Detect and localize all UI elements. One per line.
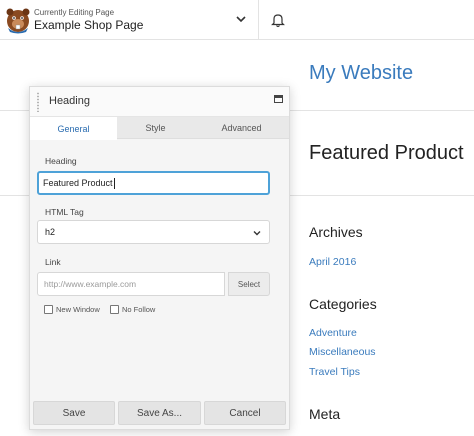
category-link[interactable]: Travel Tips [309,366,360,378]
meta-heading: Meta [309,406,341,422]
text-caret [113,178,115,190]
no-follow-option[interactable]: No Follow [110,305,155,314]
link-input[interactable]: http://www.example.com [37,272,225,296]
panel-title: Heading [49,95,90,107]
heading-settings-panel: Heading General Style Advanced Heading F… [29,86,290,430]
heading-input[interactable]: Featured Product [37,171,270,195]
beaver-logo-icon[interactable] [4,6,32,34]
html-tag-label: HTML Tag [45,207,84,217]
new-window-option[interactable]: New Window [44,305,100,314]
editing-label: Currently Editing Page [34,8,115,17]
topbar-divider [258,0,259,40]
site-title[interactable]: My Website [309,62,413,85]
tab-style[interactable]: Style [117,117,194,139]
categories-heading: Categories [309,296,377,312]
top-bar: Currently Editing Page Example Shop Page [0,0,474,40]
tab-general[interactable]: General [30,117,117,140]
archive-link[interactable]: April 2016 [309,256,356,268]
category-link[interactable]: Miscellaneous [309,346,376,358]
panel-header[interactable]: Heading [30,87,289,117]
drag-handle-icon[interactable] [36,92,40,112]
panel-footer: Save Save As... Cancel [30,397,289,429]
link-field-label: Link [45,257,61,267]
heading-input-value: Featured Product [43,178,113,188]
chevron-down-icon [253,231,261,236]
bell-icon[interactable] [271,12,285,28]
save-button[interactable]: Save [33,401,115,425]
archives-heading: Archives [309,224,363,240]
link-select-button[interactable]: Select [228,272,270,296]
heading-field-label: Heading [45,156,77,166]
no-follow-checkbox[interactable] [110,305,119,314]
html-tag-value: h2 [45,227,56,237]
new-window-checkbox[interactable] [44,305,53,314]
chevron-down-icon[interactable] [234,12,248,26]
tab-bar: General Style Advanced [30,117,289,140]
category-link[interactable]: Adventure [309,327,357,339]
save-as-button[interactable]: Save As... [118,401,201,425]
cancel-button[interactable]: Cancel [204,401,286,425]
html-tag-select[interactable]: h2 [37,220,270,244]
no-follow-label: No Follow [122,305,156,314]
editing-page-name[interactable]: Example Shop Page [34,18,143,32]
tab-advanced[interactable]: Advanced [194,117,289,139]
post-title: Featured Product [309,142,464,164]
maximize-icon[interactable] [274,95,283,103]
new-window-label: New Window [56,305,100,314]
